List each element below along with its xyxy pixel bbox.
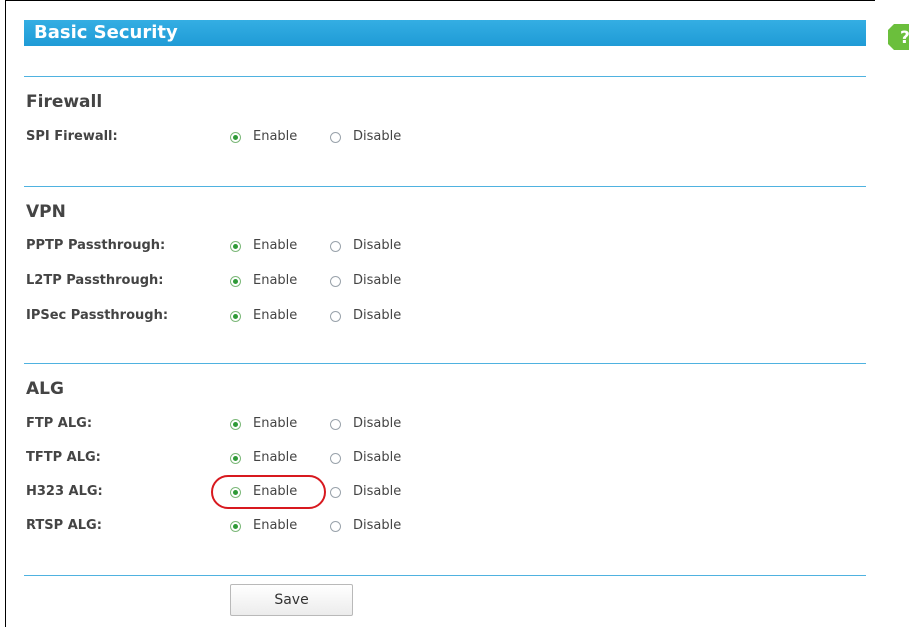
enable-radio-option[interactable]: Enable — [230, 413, 297, 435]
separator — [24, 575, 866, 576]
radio-checked-icon[interactable] — [230, 240, 241, 252]
enable-radio-option[interactable]: Enable — [230, 481, 297, 503]
disable-radio-option[interactable]: Disable — [330, 126, 401, 148]
disable-label: Disable — [353, 416, 402, 431]
radio-checked-icon[interactable] — [230, 486, 241, 498]
disable-radio-option[interactable]: Disable — [330, 515, 401, 537]
enable-radio-option[interactable]: Enable — [230, 515, 297, 537]
setting-row-ftp-alg: FTP ALG: Enable Disable — [0, 413, 870, 435]
radio-checked-icon[interactable] — [230, 418, 241, 430]
setting-row-tftp-alg: TFTP ALG: Enable Disable — [0, 447, 870, 469]
enable-label: Enable — [253, 450, 298, 465]
disable-label: Disable — [353, 238, 402, 253]
enable-radio-option[interactable]: Enable — [230, 126, 297, 148]
enable-radio-option[interactable]: Enable — [230, 447, 297, 469]
radio-checked-icon[interactable] — [230, 520, 241, 532]
setting-row-l2tp-passthrough: L2TP Passthrough: Enable Disable — [0, 270, 870, 292]
disable-radio-option[interactable]: Disable — [330, 305, 401, 327]
setting-label: IPSec Passthrough: — [26, 308, 169, 323]
disable-radio-option[interactable]: Disable — [330, 270, 401, 292]
disable-radio-option[interactable]: Disable — [330, 235, 401, 257]
disable-label: Disable — [353, 273, 402, 288]
disable-radio-option[interactable]: Disable — [330, 447, 401, 469]
svg-text:?: ? — [900, 28, 909, 48]
radio-unchecked-icon[interactable] — [330, 131, 341, 143]
radio-unchecked-icon[interactable] — [330, 486, 341, 498]
disable-label: Disable — [353, 484, 402, 499]
enable-label: Enable — [253, 518, 298, 533]
enable-label: Enable — [253, 416, 298, 431]
enable-label: Enable — [253, 129, 298, 144]
setting-label: FTP ALG: — [26, 416, 93, 431]
radio-unchecked-icon[interactable] — [330, 240, 341, 252]
page-title: Basic Security — [34, 22, 178, 43]
radio-unchecked-icon[interactable] — [330, 275, 341, 287]
setting-row-rtsp-alg: RTSP ALG: Enable Disable — [0, 515, 870, 537]
radio-unchecked-icon[interactable] — [330, 452, 341, 464]
radio-checked-icon[interactable] — [230, 452, 241, 464]
enable-label: Enable — [253, 273, 298, 288]
setting-label: SPI Firewall: — [26, 129, 118, 144]
enable-label: Enable — [253, 308, 298, 323]
disable-radio-option[interactable]: Disable — [330, 413, 401, 435]
setting-label: TFTP ALG: — [26, 450, 101, 465]
radio-unchecked-icon[interactable] — [330, 418, 341, 430]
save-button[interactable]: Save — [230, 584, 353, 616]
setting-label: H323 ALG: — [26, 484, 103, 499]
disable-radio-option[interactable]: Disable — [330, 481, 401, 503]
enable-label: Enable — [253, 238, 298, 253]
enable-label: Enable — [253, 484, 298, 499]
disable-label: Disable — [353, 450, 402, 465]
radio-checked-icon[interactable] — [230, 310, 241, 322]
radio-unchecked-icon[interactable] — [330, 310, 341, 322]
disable-label: Disable — [353, 518, 402, 533]
setting-label: PPTP Passthrough: — [26, 238, 166, 253]
separator — [24, 363, 866, 364]
setting-label: L2TP Passthrough: — [26, 273, 164, 288]
disable-label: Disable — [353, 308, 402, 323]
enable-radio-option[interactable]: Enable — [230, 235, 297, 257]
setting-row-h323-alg: H323 ALG: Enable Disable — [0, 481, 870, 503]
disable-label: Disable — [353, 129, 402, 144]
separator — [24, 186, 866, 187]
setting-row-spi-firewall: SPI Firewall: Enable Disable — [0, 126, 870, 148]
radio-checked-icon[interactable] — [230, 131, 241, 143]
enable-radio-option[interactable]: Enable — [230, 270, 297, 292]
section-title-alg: ALG — [26, 379, 64, 399]
setting-row-pptp-passthrough: PPTP Passthrough: Enable Disable — [0, 235, 870, 257]
section-title-vpn: VPN — [26, 202, 66, 222]
radio-unchecked-icon[interactable] — [330, 520, 341, 532]
setting-row-ipsec-passthrough: IPSec Passthrough: Enable Disable — [0, 305, 870, 327]
radio-checked-icon[interactable] — [230, 275, 241, 287]
help-question-icon[interactable]: ? — [884, 22, 909, 52]
separator — [24, 76, 866, 77]
setting-label: RTSP ALG: — [26, 518, 102, 533]
section-title-firewall: Firewall — [26, 92, 103, 112]
page-title-bar: Basic Security — [24, 20, 866, 46]
enable-radio-option[interactable]: Enable — [230, 305, 297, 327]
